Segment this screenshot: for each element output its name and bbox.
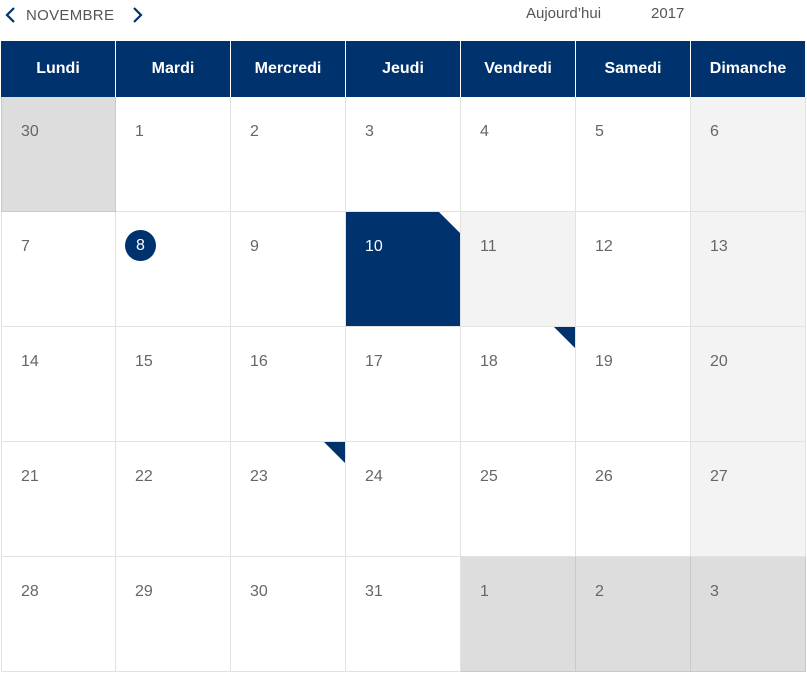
day-number: 22: [135, 468, 153, 485]
day-number: 18: [480, 353, 498, 370]
weekday-header-sunday: Dimanche: [691, 41, 806, 97]
calendar-toolbar: NOVEMBRE Aujourd’hui 2017: [0, 0, 807, 40]
day-cell[interactable]: 26: [576, 442, 691, 557]
day-cell[interactable]: 27: [691, 442, 806, 557]
day-number: 28: [21, 583, 39, 600]
day-number: 19: [595, 353, 613, 370]
calendar-grid: Lundi Mardi Mercredi Jeudi Vendredi Same…: [1, 41, 806, 672]
day-cell[interactable]: 8: [116, 212, 231, 327]
day-number: 26: [595, 468, 613, 485]
chevron-right-icon: [133, 7, 143, 23]
day-number: 16: [250, 353, 268, 370]
day-cell[interactable]: 29: [116, 557, 231, 672]
day-number: 25: [480, 468, 498, 485]
day-cell[interactable]: 30: [1, 97, 116, 212]
day-number: 6: [710, 123, 719, 140]
day-number: 7: [21, 238, 30, 255]
day-number: 2: [250, 123, 259, 140]
day-number: 17: [365, 353, 383, 370]
day-number: 21: [21, 468, 39, 485]
day-cell[interactable]: 24: [346, 442, 461, 557]
today-button[interactable]: Aujourd’hui: [526, 5, 601, 22]
day-number: 23: [250, 468, 268, 485]
weekday-header-tuesday: Mardi: [116, 41, 231, 97]
day-number: 1: [480, 583, 489, 600]
day-number: 4: [480, 123, 489, 140]
day-cell[interactable]: 6: [691, 97, 806, 212]
day-number: 30: [21, 123, 39, 140]
day-number: 31: [365, 583, 383, 600]
day-cell[interactable]: 31: [346, 557, 461, 672]
event-marker-icon: [324, 442, 345, 463]
year-label: 2017: [651, 5, 685, 22]
day-number: 13: [710, 238, 728, 255]
day-cell[interactable]: 28: [1, 557, 116, 672]
day-cell[interactable]: 2: [231, 97, 346, 212]
day-number: 3: [365, 123, 374, 140]
day-number: 14: [21, 353, 39, 370]
day-cell[interactable]: 22: [116, 442, 231, 557]
previous-month-button[interactable]: [0, 3, 20, 27]
day-cell[interactable]: 1: [461, 557, 576, 672]
weekday-header-saturday: Samedi: [576, 41, 691, 97]
day-cell[interactable]: 23: [231, 442, 346, 557]
day-number: 10: [365, 238, 383, 255]
day-number: 27: [710, 468, 728, 485]
event-marker-icon: [554, 327, 575, 348]
day-cell[interactable]: 21: [1, 442, 116, 557]
weekday-header-monday: Lundi: [1, 41, 116, 97]
event-marker-icon: [439, 212, 460, 233]
day-cell[interactable]: 20: [691, 327, 806, 442]
day-cell[interactable]: 5: [576, 97, 691, 212]
day-cell[interactable]: 14: [1, 327, 116, 442]
day-cell[interactable]: 15: [116, 327, 231, 442]
day-number: 5: [595, 123, 604, 140]
day-cell[interactable]: 11: [461, 212, 576, 327]
day-cell[interactable]: 25: [461, 442, 576, 557]
day-cell[interactable]: 1: [116, 97, 231, 212]
chevron-left-icon: [5, 7, 15, 23]
day-cell[interactable]: 3: [346, 97, 461, 212]
day-number: 24: [365, 468, 383, 485]
day-number: 15: [135, 353, 153, 370]
day-number: 3: [710, 583, 719, 600]
day-cell[interactable]: 19: [576, 327, 691, 442]
day-cell[interactable]: 18: [461, 327, 576, 442]
day-number: 2: [595, 583, 604, 600]
day-number: 20: [710, 353, 728, 370]
day-number: 30: [250, 583, 268, 600]
today-indicator: 8: [125, 230, 156, 261]
weekday-header-friday: Vendredi: [461, 41, 576, 97]
day-cell[interactable]: 3: [691, 557, 806, 672]
month-label: NOVEMBRE: [26, 7, 115, 24]
day-cell[interactable]: 2: [576, 557, 691, 672]
day-cell[interactable]: 7: [1, 212, 116, 327]
day-cell[interactable]: 4: [461, 97, 576, 212]
weekday-header-wednesday: Mercredi: [231, 41, 346, 97]
day-cell[interactable]: 30: [231, 557, 346, 672]
next-month-button[interactable]: [128, 3, 148, 27]
day-cell[interactable]: 12: [576, 212, 691, 327]
day-cell[interactable]: 10: [346, 212, 461, 327]
weekday-header-thursday: Jeudi: [346, 41, 461, 97]
day-cell[interactable]: 16: [231, 327, 346, 442]
day-number: 29: [135, 583, 153, 600]
day-number: 9: [250, 238, 259, 255]
day-number: 11: [480, 238, 497, 255]
day-number: 1: [135, 123, 144, 140]
day-cell[interactable]: 13: [691, 212, 806, 327]
day-number: 12: [595, 238, 613, 255]
day-cell[interactable]: 17: [346, 327, 461, 442]
day-cell[interactable]: 9: [231, 212, 346, 327]
